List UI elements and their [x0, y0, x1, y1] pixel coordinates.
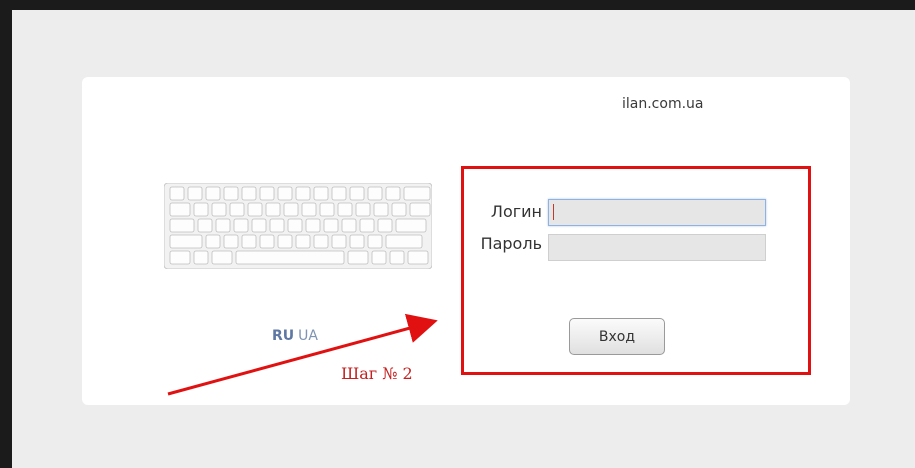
keyboard-key [331, 234, 347, 249]
keyboard-key [377, 218, 393, 233]
keyboard-key [349, 186, 365, 201]
keyboard-key [251, 218, 267, 233]
step-annotation: Шаг № 2 [341, 364, 413, 383]
keyboard-key [295, 186, 311, 201]
text-cursor [553, 204, 554, 220]
keyboard-key [337, 202, 353, 217]
keyboard-key [323, 218, 339, 233]
keyboard-key [295, 234, 311, 249]
keyboard-key [403, 186, 431, 201]
keyboard-key [169, 186, 185, 201]
keyboard-icon[interactable] [164, 183, 432, 269]
keyboard-key [235, 250, 345, 265]
keyboard-key [355, 202, 371, 217]
keyboard-key [287, 218, 303, 233]
keyboard-key [409, 202, 431, 217]
site-name: ilan.com.ua [622, 96, 704, 112]
keyboard-key [389, 250, 405, 265]
keyboard-key [407, 250, 429, 265]
keyboard-key [247, 202, 263, 217]
keyboard-key [259, 234, 275, 249]
keyboard-key [241, 234, 257, 249]
keyboard-key [211, 202, 227, 217]
login-button[interactable]: Вход [569, 318, 665, 355]
keyboard-key [269, 218, 285, 233]
keyboard-key [193, 202, 209, 217]
keyboard-key [169, 202, 191, 217]
keyboard-key [385, 234, 423, 249]
keyboard-key [205, 186, 221, 201]
keyboard-key [347, 250, 369, 265]
keyboard-key [169, 234, 203, 249]
keyboard-key [277, 186, 293, 201]
password-label: Пароль [480, 234, 542, 253]
login-label: Логин [490, 202, 542, 221]
login-input[interactable] [548, 199, 766, 226]
keyboard-key [301, 202, 317, 217]
keyboard-key [197, 218, 213, 233]
keyboard-key [283, 202, 299, 217]
keyboard-key [229, 202, 245, 217]
keyboard-key [205, 234, 221, 249]
keyboard-key [391, 202, 407, 217]
annotation-arrow [167, 313, 438, 396]
keyboard-key [331, 186, 347, 201]
keyboard-key [169, 250, 191, 265]
keyboard-key [395, 218, 427, 233]
keyboard-key [349, 234, 365, 249]
keyboard-key [193, 250, 209, 265]
password-input[interactable] [548, 234, 766, 261]
keyboard-key [371, 250, 387, 265]
keyboard-key [277, 234, 293, 249]
keyboard-key [305, 218, 321, 233]
keyboard-key [367, 186, 383, 201]
keyboard-key [223, 234, 239, 249]
keyboard-key [187, 186, 203, 201]
keyboard-key [259, 186, 275, 201]
keyboard-key [319, 202, 335, 217]
keyboard-key [373, 202, 389, 217]
keyboard-key [313, 186, 329, 201]
keyboard-key [233, 218, 249, 233]
keyboard-key [265, 202, 281, 217]
keyboard-key [215, 218, 231, 233]
keyboard-key [211, 250, 233, 265]
keyboard-key [367, 234, 383, 249]
keyboard-key [313, 234, 329, 249]
keyboard-key [359, 218, 375, 233]
keyboard-key [241, 186, 257, 201]
keyboard-key [223, 186, 239, 201]
keyboard-key [169, 218, 195, 233]
keyboard-key [341, 218, 357, 233]
keyboard-key [385, 186, 401, 201]
